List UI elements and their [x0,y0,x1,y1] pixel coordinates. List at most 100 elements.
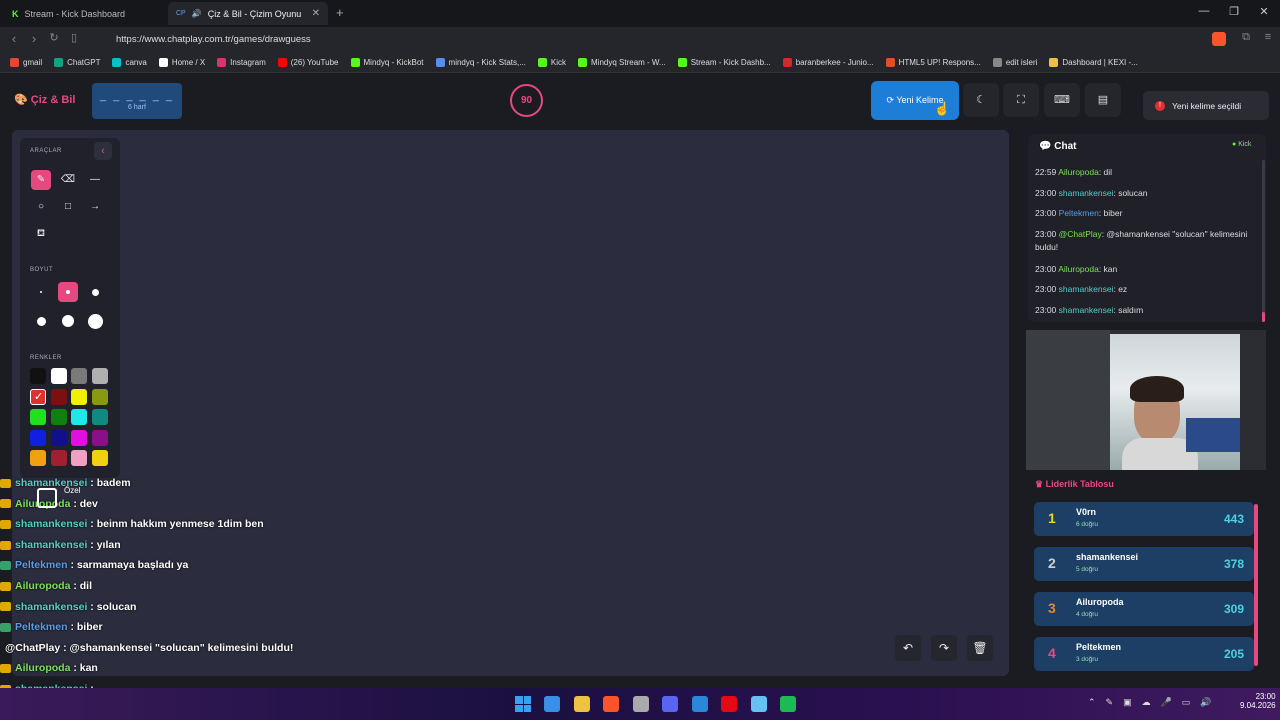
clear-canvas-button[interactable]: 🗑 [967,635,993,661]
url-text: https://www.chatplay.com.tr/games/drawgu… [116,34,311,45]
bookmark-favicon-icon [10,58,19,67]
color-swatch[interactable] [50,388,67,405]
tab-drawguess[interactable]: CP 🔊 Çiz & Bil - Çizim Oyunu ✕ [168,2,328,25]
leaderboard-row[interactable]: 2 shamankensei 5 doğru 378 [1034,547,1254,581]
menu-icon[interactable]: ≡ [1260,31,1276,43]
taskbar-app-icon[interactable] [721,696,737,712]
size-xxl-button[interactable] [85,311,105,331]
bookmark-item[interactable]: Home / X [155,58,209,67]
taskbar-app-icon[interactable] [750,696,767,712]
collapse-panel-button[interactable]: ‹ [94,142,112,160]
close-tab-icon[interactable]: ✕ [312,8,320,19]
leaderboard-scrollbar[interactable] [1254,504,1258,666]
pencil-tool[interactable]: ✎ [31,170,51,190]
bookmark-item[interactable]: Instagram [213,58,270,67]
size-m-button[interactable] [85,282,105,302]
size-xs-button[interactable] [31,282,51,302]
taskbar-app-icon[interactable] [632,696,649,712]
arrow-tool[interactable]: → [85,197,105,217]
color-swatch[interactable] [50,409,67,425]
keyboard-button[interactable]: ⌨ [1044,83,1080,117]
redo-button[interactable]: ↷ [931,635,957,661]
app-logo[interactable]: 🎨 Çiz & Bil [14,93,75,106]
eraser-tool[interactable]: ⌫ [58,170,78,190]
bookmark-item[interactable]: Kick [534,58,570,67]
color-swatch[interactable] [71,429,87,446]
user-badge-icon [0,602,11,612]
leaderboard-row[interactable]: 1 V0rn 6 doğru 443 [1034,502,1254,536]
bookmark-item[interactable]: Dashboard | KEXI -... [1045,58,1141,67]
taskbar-app-icon[interactable] [691,696,708,712]
theme-toggle-button[interactable]: ☾ [963,83,999,117]
taskbar-app-icon[interactable] [573,696,590,712]
bookmark-icon[interactable]: ▯ [66,31,82,44]
chat-scrollbar[interactable] [1262,160,1265,322]
bookmark-item[interactable]: edit isleri [989,58,1042,67]
color-swatch[interactable] [71,409,87,425]
line-tool[interactable]: — [85,170,105,190]
maximize-icon[interactable]: ❐ [1224,5,1244,18]
fullscreen-button[interactable]: ⛶ [1003,83,1039,117]
window-button[interactable]: ▤ [1085,83,1121,117]
bookmark-item[interactable]: (26) YouTube [274,58,343,67]
extensions-icon[interactable]: ⧉ [1238,31,1254,44]
overlay-username: Peltekmen [15,621,68,634]
bookmark-item[interactable]: Mindyq - KickBot [347,58,428,67]
bookmark-item[interactable]: canva [108,58,150,67]
color-swatch[interactable] [91,429,108,446]
drawing-canvas[interactable] [12,130,1009,676]
tab-stream-dashboard[interactable]: K Stream - Kick Dashboard [4,2,164,25]
forward-icon[interactable]: › [26,31,42,46]
back-icon[interactable]: ‹ [6,31,22,46]
size-xl-button[interactable] [58,311,78,331]
taskbar-app-icon[interactable] [603,696,619,712]
undo-button[interactable]: ↶ [895,635,921,661]
fill-bucket-tool[interactable]: ⛾ [31,224,51,244]
color-swatch[interactable] [50,429,67,446]
bookmark-item[interactable]: HTML5 UP! Respons... [882,58,985,67]
brave-shield-icon[interactable] [1212,32,1226,46]
color-swatch[interactable] [50,450,67,466]
taskbar-app-icon[interactable] [544,696,560,712]
taskbar-app-icon[interactable] [780,696,796,712]
bookmark-item[interactable]: baranberkee - Junio... [779,58,878,67]
bookmark-item[interactable]: mindyq - Kick Stats,... [432,58,530,67]
start-icon[interactable] [515,696,531,712]
address-bar[interactable]: https://www.chatplay.com.tr/games/drawgu… [92,30,1204,50]
color-swatch[interactable] [30,409,46,425]
color-swatch[interactable] [91,388,108,405]
close-window-icon[interactable]: ✕ [1254,5,1274,18]
color-swatch[interactable] [71,368,87,384]
color-swatch[interactable] [30,429,46,446]
color-swatch[interactable] [91,368,108,384]
user-badge-icon [0,478,11,488]
bookmark-item[interactable]: Stream - Kick Dashb... [674,58,775,67]
bookmark-item[interactable]: ChatGPT [50,58,104,67]
color-swatch[interactable] [91,409,108,425]
size-s-button[interactable] [58,282,78,302]
reload-icon[interactable]: ↻ [46,31,62,44]
color-swatch[interactable] [30,368,46,384]
color-swatch[interactable] [91,450,108,466]
leaderboard-row[interactable]: 4 Peltekmen 3 doğru 205 [1034,637,1254,671]
tray-icons[interactable]: ⌃✎▣☁🎤▭🔊 [1088,697,1222,708]
circle-tool[interactable]: ○ [31,197,51,217]
chat-scroll-thumb[interactable] [1262,312,1265,322]
rectangle-tool[interactable]: □ [58,197,78,217]
bookmark-item[interactable]: Mindyq Stream - W... [574,58,670,67]
size-l-button[interactable] [31,311,51,331]
bookmark-label: edit isleri [1005,58,1038,67]
taskbar-app-icon[interactable] [662,696,678,712]
bookmark-item[interactable]: gmail [6,58,46,67]
leaderboard-row[interactable]: 3 Ailuropoda 4 doğru 309 [1034,592,1254,626]
color-swatch[interactable]: ✓ [30,388,46,405]
custom-label: Özel [64,486,81,495]
color-swatch[interactable] [71,388,87,405]
color-swatch[interactable] [50,368,67,384]
minimize-icon[interactable]: — [1194,5,1214,17]
clock[interactable]: 23:00 9.04.2026 [1240,692,1276,710]
color-swatch[interactable] [71,450,87,466]
custom-color-checkbox[interactable] [37,488,57,508]
color-swatch[interactable] [30,450,46,466]
new-tab-button[interactable]: + [336,5,344,20]
